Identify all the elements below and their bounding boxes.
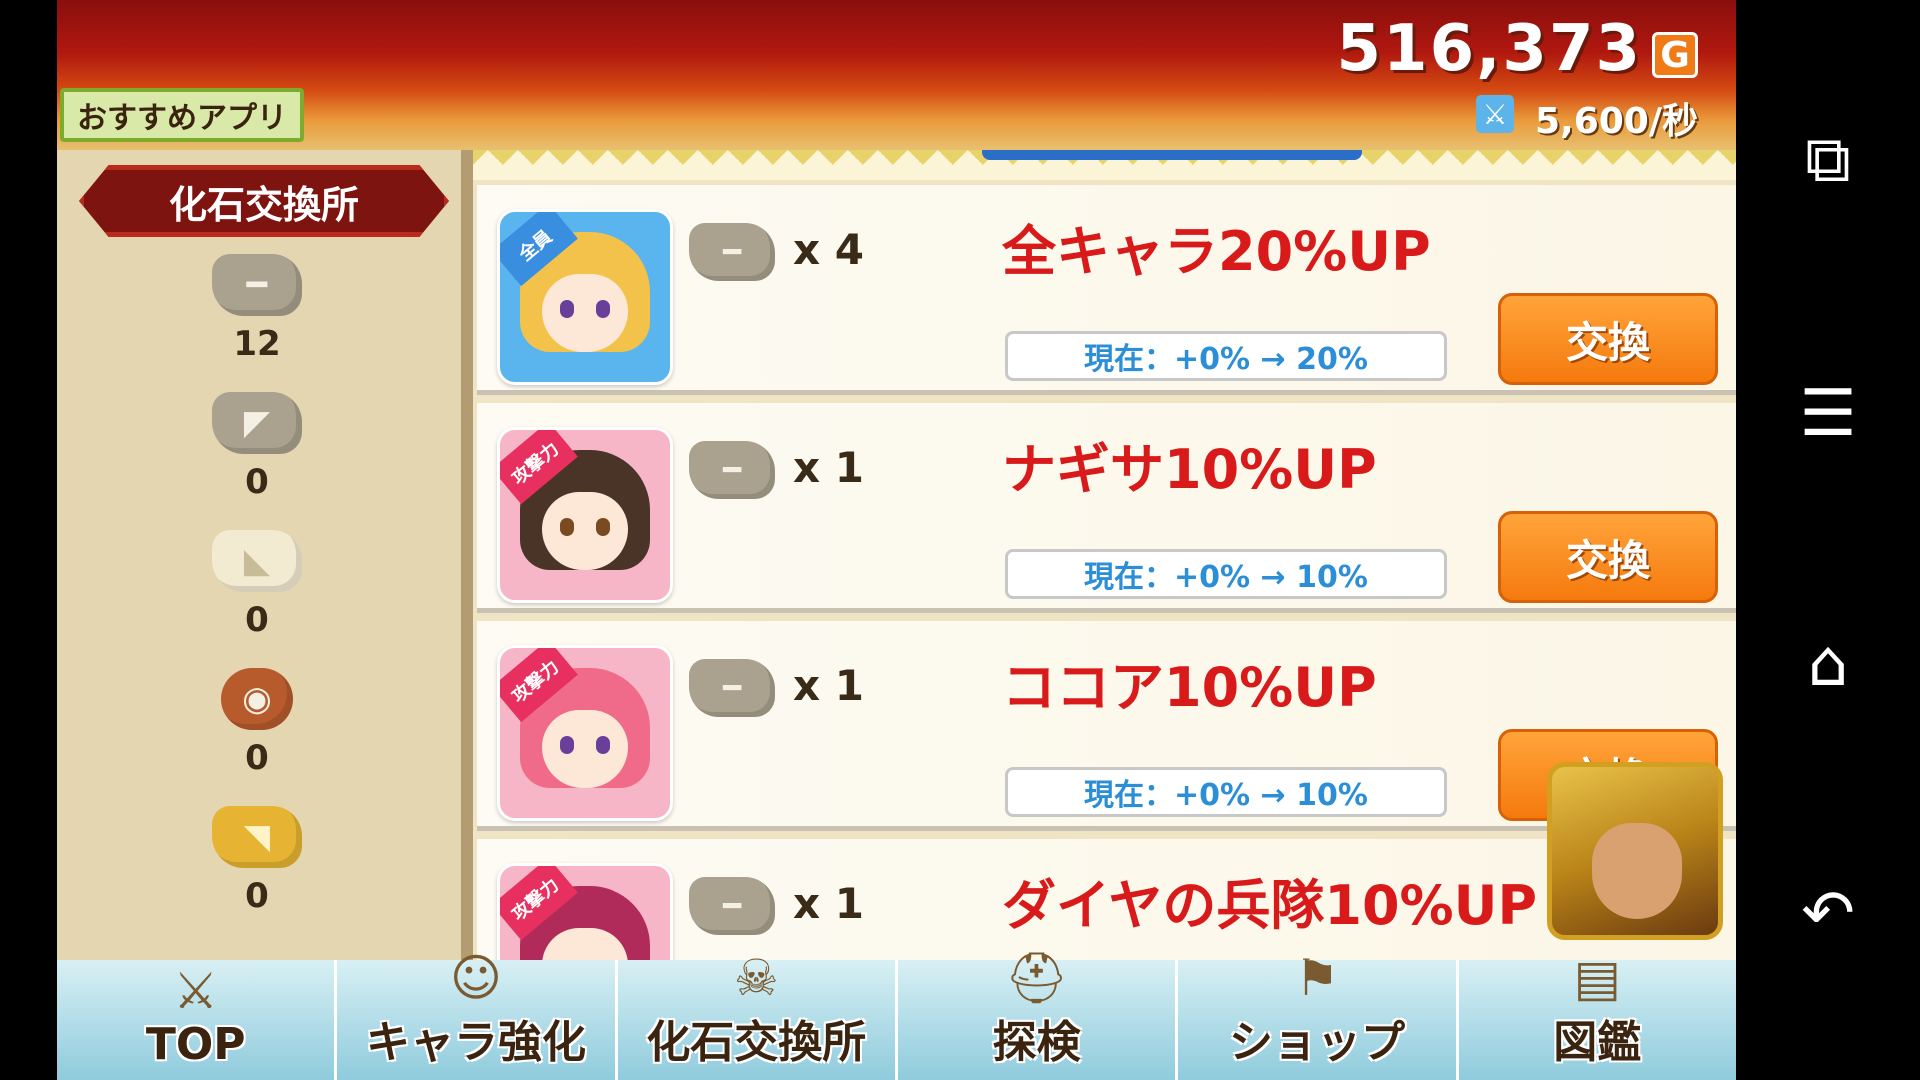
status-box: 現在：+0% → 20% bbox=[1005, 331, 1447, 381]
nav-label: キャラ強化 bbox=[365, 1017, 586, 1068]
status-box: 現在：+0% → 10% bbox=[1005, 549, 1447, 599]
nav-label: 図鑑 bbox=[1553, 1017, 1642, 1068]
fossil-count: 0 bbox=[245, 876, 269, 916]
hero-face bbox=[1592, 823, 1682, 919]
home-icon[interactable]: ⌂ bbox=[1786, 622, 1870, 706]
gold-icon: G bbox=[1652, 32, 1698, 78]
character-portrait: 攻撃力 bbox=[497, 863, 673, 960]
nav-label: 化石交換所 bbox=[646, 1017, 867, 1068]
nav-label: 探検 bbox=[992, 1017, 1081, 1068]
sword-icon: ⚔ bbox=[173, 962, 219, 1020]
status-box: 現在：+0% → 10% bbox=[1005, 767, 1447, 817]
sword-icon: ⚔ bbox=[1476, 95, 1514, 133]
fossil-count: 0 bbox=[245, 462, 269, 502]
bottom-nav: ⚔ TOP ☺ キャラ強化 ☠ 化石交換所 ⛑ 探検 ⚑ ショップ ▤ 図鑑 bbox=[57, 950, 1736, 1080]
character-portrait: 全員 bbox=[497, 209, 673, 385]
system-navigation-bar: ⧉ ☰ ⌂ ↶ bbox=[1736, 0, 1920, 1080]
ammonite-fossil-icon: ◉ bbox=[221, 668, 293, 730]
item-title: ナギサ10%UP bbox=[1002, 438, 1377, 501]
fossil-item-golden-skull: ◥ 0 bbox=[177, 806, 337, 916]
item-title: ダイヤの兵隊10%UP bbox=[1002, 874, 1538, 937]
gold-amount: 516,373 bbox=[1336, 12, 1642, 86]
fossil-item-ammonite: ◉ 0 bbox=[177, 668, 337, 778]
sidebar-title: 化石交換所 bbox=[79, 165, 449, 237]
scroll-indicator[interactable] bbox=[982, 150, 1362, 160]
menu-icon[interactable]: ☰ bbox=[1786, 372, 1870, 456]
back-icon[interactable]: ↶ bbox=[1786, 872, 1870, 956]
recommended-apps-button[interactable]: おすすめアプリ bbox=[60, 88, 304, 142]
cost-label: x 1 bbox=[793, 879, 864, 928]
bone-fossil-icon: ━ bbox=[689, 441, 775, 499]
game-screen: おすすめアプリ 516,373 G ⚔ 5,600/秒 化石交換所 ━ 12 ◤… bbox=[57, 0, 1736, 1080]
header-bar: おすすめアプリ 516,373 G ⚔ 5,600/秒 bbox=[57, 0, 1736, 150]
fossil-count: 0 bbox=[245, 738, 269, 778]
nav-tab-character-upgrade[interactable]: ☺ キャラ強化 bbox=[337, 950, 618, 1080]
fossil-count: 0 bbox=[245, 600, 269, 640]
cost-label: x 1 bbox=[793, 661, 864, 710]
cost-label: x 4 bbox=[793, 225, 864, 274]
item-title: ココア10%UP bbox=[1002, 656, 1377, 719]
nav-label: TOP bbox=[145, 1019, 246, 1070]
item-title: 全キャラ20%UP bbox=[1002, 220, 1431, 283]
bone-fossil-icon: ━ bbox=[689, 659, 775, 717]
character-icon: ☺ bbox=[449, 949, 503, 1007]
character-portrait: 攻撃力 bbox=[497, 427, 673, 603]
hero-avatar-button[interactable] bbox=[1547, 762, 1723, 940]
exchange-button[interactable]: 交換 bbox=[1498, 511, 1718, 603]
nav-label: ショップ bbox=[1228, 1017, 1405, 1068]
bone-fossil-icon: ━ bbox=[689, 223, 775, 281]
dino-skull-icon: ☠ bbox=[733, 949, 779, 1007]
golden-skull-fossil-icon: ◥ bbox=[212, 806, 302, 868]
nav-tab-top[interactable]: ⚔ TOP bbox=[57, 960, 338, 1080]
fossil-sidebar: 化石交換所 ━ 12 ◤ 0 ◣ 0 ◉ 0 ◥ 0 bbox=[57, 150, 473, 960]
book-icon: ▤ bbox=[1573, 949, 1621, 1007]
fossil-item-skull: ◤ 0 bbox=[177, 392, 337, 502]
explorer-hat-icon: ⛑ bbox=[1004, 949, 1069, 1007]
character-portrait: 攻撃力 bbox=[497, 645, 673, 821]
exchange-row: 全員 ━ x 4 全キャラ20%UP 現在：+0% → 20% 交換 bbox=[477, 185, 1736, 395]
cost-label: x 1 bbox=[793, 443, 864, 492]
nav-tab-fossil-exchange[interactable]: ☠ 化石交換所 bbox=[617, 950, 898, 1080]
bone-fossil-icon: ━ bbox=[212, 254, 302, 316]
fossil-count: 12 bbox=[233, 324, 281, 364]
fossil-item-dino-skull: ◣ 0 bbox=[177, 530, 337, 640]
recent-apps-icon[interactable]: ⧉ bbox=[1786, 118, 1870, 202]
exchange-button[interactable]: 交換 bbox=[1498, 293, 1718, 385]
nav-tab-shop[interactable]: ⚑ ショップ bbox=[1178, 950, 1459, 1080]
bone-fossil-icon: ━ bbox=[689, 877, 775, 935]
skull-fossil-icon: ◤ bbox=[212, 392, 302, 454]
gold-rate: 5,600/秒 bbox=[1534, 101, 1698, 142]
fossil-item-bone: ━ 12 bbox=[177, 254, 337, 364]
nav-tab-explore[interactable]: ⛑ 探検 bbox=[897, 950, 1179, 1080]
dino-skull-fossil-icon: ◣ bbox=[212, 530, 302, 592]
exchange-row: 攻撃力 ━ x 1 ナギサ10%UP 現在：+0% → 10% 交換 bbox=[477, 403, 1736, 613]
shop-sign-icon: ⚑ bbox=[1294, 949, 1340, 1007]
nav-tab-encyclopedia[interactable]: ▤ 図鑑 bbox=[1458, 950, 1736, 1080]
